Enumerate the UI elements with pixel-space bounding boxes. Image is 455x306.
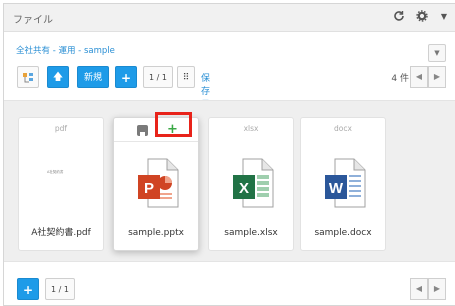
footer-prev-page-button[interactable]: ◀ [410, 278, 428, 300]
new-button[interactable]: 新規 [77, 66, 109, 88]
highlight-box [155, 112, 192, 137]
breadcrumb[interactable]: 全社共有 - 運用 - sample [16, 44, 115, 56]
title-bar: ファイル ▼ [4, 4, 455, 32]
file-panel: ファイル ▼ 全社共有 - 運用 - sample ▼ 🡅 新規 + 1 / 1… [3, 3, 455, 306]
docx-icon-letter: W [329, 180, 344, 197]
pdf-preview: A社契約書 [47, 170, 64, 174]
page-indicator[interactable]: 1 / 1 [143, 66, 173, 88]
gear-icon[interactable] [416, 10, 428, 26]
file-card-pdf[interactable]: pdf A社契約書 A社契約書.pdf [18, 117, 104, 251]
chevron-left-icon: ◀ [415, 284, 423, 293]
grid-view-button[interactable]: ⠿ [177, 66, 195, 88]
excel-file-icon: X [231, 157, 275, 213]
chevron-right-icon: ▶ [433, 72, 441, 81]
footer-add-button[interactable]: + [17, 278, 39, 300]
chevron-left-icon: ◀ [415, 72, 423, 81]
file-count: 4 件 [391, 74, 409, 84]
download-icon[interactable] [137, 125, 148, 136]
file-card-xlsx[interactable]: xlsx X sample.xlsx [208, 117, 294, 251]
chevron-right-icon: ▶ [433, 284, 441, 293]
prev-page-button[interactable]: ◀ [410, 66, 428, 88]
file-gallery: pdf A社契約書 A社契約書.pdf + P sample.pptx xlsx… [4, 100, 455, 262]
file-name[interactable]: sample.docx [301, 228, 385, 238]
footer-next-page-button[interactable]: ▶ [428, 278, 446, 300]
word-file-icon: W [323, 157, 367, 213]
refresh-icon[interactable] [393, 10, 405, 26]
pptx-icon-letter: P [144, 180, 154, 197]
footer-bar: + 1 / 1 ◀ ▶ [4, 266, 455, 306]
file-ext-label: xlsx [243, 124, 259, 133]
add-button[interactable]: + [115, 66, 137, 88]
file-name[interactable]: A社契約書.pdf [19, 225, 103, 238]
chevron-down-icon[interactable]: ▼ [441, 10, 447, 24]
file-card-docx[interactable]: docx W sample.docx [300, 117, 386, 251]
powerpoint-file-icon: P [136, 157, 180, 213]
arrow-up-icon: 🡅 [52, 72, 64, 83]
footer-page-indicator[interactable]: 1 / 1 [45, 278, 75, 300]
view-toggle-button[interactable] [17, 66, 39, 88]
tree-view-icon [23, 73, 33, 83]
upload-button[interactable]: 🡅 [47, 66, 69, 88]
breadcrumb-dropdown-button[interactable]: ▼ [428, 44, 446, 62]
next-page-button[interactable]: ▶ [428, 66, 446, 88]
panel-title: ファイル [13, 15, 53, 26]
xlsx-icon-letter: X [239, 180, 249, 197]
file-ext-label: pdf [54, 124, 68, 133]
file-ext-label: docx [334, 124, 352, 133]
file-card-pptx[interactable]: + P pptx sample.pptx [113, 117, 199, 251]
file-name[interactable]: sample.xlsx [209, 228, 293, 238]
grid-icon: ⠿ [182, 73, 190, 83]
file-name[interactable]: sample.pptx [114, 228, 198, 238]
